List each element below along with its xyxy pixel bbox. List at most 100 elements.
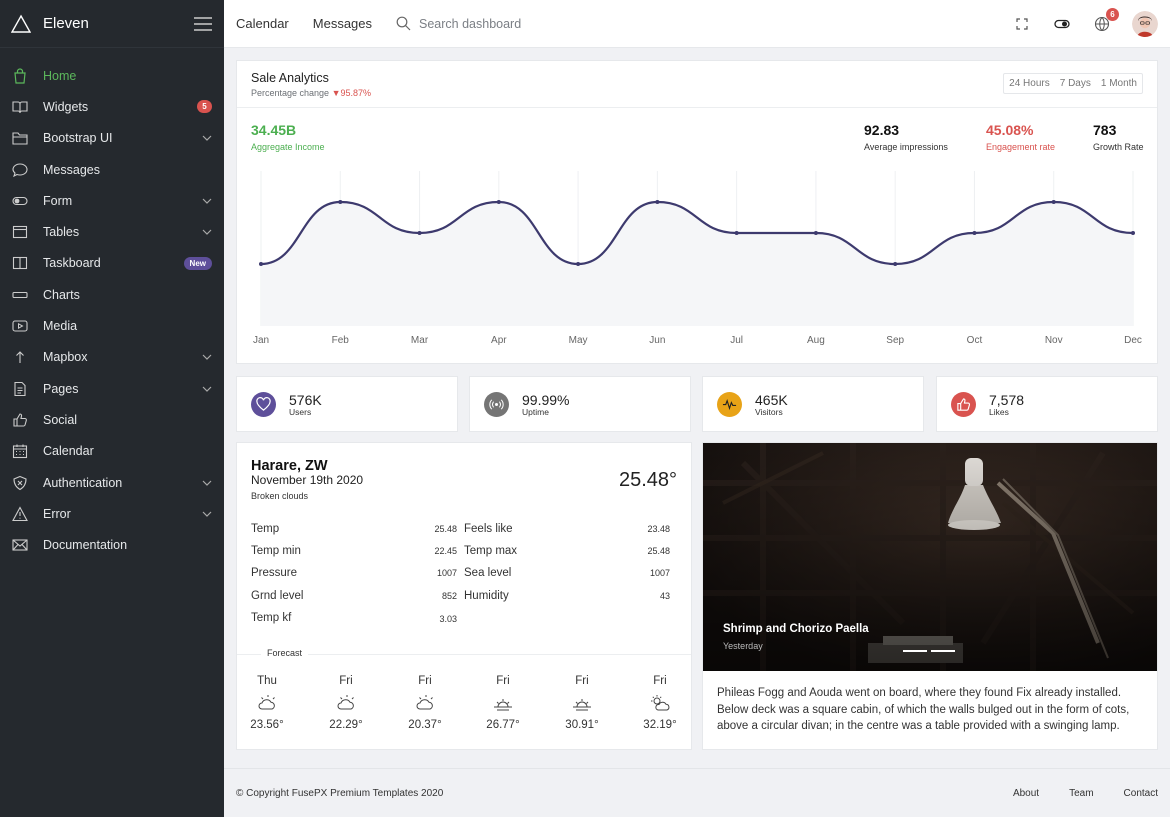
sidebar-item-charts[interactable]: Charts — [0, 279, 224, 310]
sidebar-item-error[interactable]: Error — [0, 498, 224, 529]
stat-card-visitors: 465K Visitors — [702, 376, 924, 432]
sidebar-item-pages[interactable]: Pages — [0, 373, 224, 404]
triangle-logo-icon — [11, 14, 31, 33]
sidebar-item-social[interactable]: Social — [0, 404, 224, 435]
sidebar-item-label: Social — [43, 412, 78, 427]
weather-row-value: 43 — [659, 591, 670, 601]
lamp-photo-illustration — [703, 443, 1157, 671]
sidebar-item-label: Mapbox — [43, 350, 88, 365]
sidebar: Eleven Home Widgets 5 Bootstrap UI Messa… — [0, 0, 224, 817]
sidebar-item-label: Charts — [43, 287, 80, 302]
sidebar-item-bootstrap-ui[interactable]: Bootstrap UI — [0, 123, 224, 154]
chat-bubble-icon — [12, 162, 28, 178]
sidebar-item-home[interactable]: Home — [0, 60, 224, 91]
chart-data-point — [813, 231, 818, 235]
cloud-sun-icon — [337, 695, 354, 710]
sidebar-item-media[interactable]: Media — [0, 310, 224, 341]
time-range-selector: 24 Hours 7 Days 1 Month — [1003, 73, 1143, 94]
sidebar-item-documentation[interactable]: Documentation — [0, 529, 224, 560]
sidebar-item-form[interactable]: Form — [0, 185, 224, 216]
percentage-change-label: Percentage change — [251, 88, 330, 98]
weather-row-label: Grnd level — [251, 590, 304, 602]
kpi-engagement-rate: 45.08% Engagement rate — [986, 122, 1055, 152]
chart-data-point — [655, 200, 660, 204]
kpi-label: Growth Rate — [1093, 142, 1144, 152]
brand: Eleven — [0, 0, 224, 48]
chart-data-point — [417, 231, 422, 235]
sale-analytics-header: Sale Analytics Percentage change ▼95.87%… — [237, 61, 1157, 108]
sidebar-item-taskboard[interactable]: Taskboard New — [0, 248, 224, 279]
sidebar-item-messages[interactable]: Messages — [0, 154, 224, 185]
sidebar-item-label: Widgets — [43, 99, 89, 114]
sidebar-item-calendar[interactable]: Calendar — [0, 436, 224, 467]
lamp-photo[interactable] — [703, 443, 1157, 671]
weather-description: Broken clouds — [251, 491, 309, 501]
forecast-day: Fri 26.77° — [473, 675, 533, 731]
sidebar-item-tables[interactable]: Tables — [0, 216, 224, 247]
sidebar-item-authentication[interactable]: Authentication — [0, 467, 224, 498]
chevron-down-icon — [202, 386, 212, 392]
shopping-bag-icon — [12, 68, 28, 84]
sidebar-item-label: Pages — [43, 381, 79, 396]
theme-toggle-icon[interactable] — [1054, 16, 1070, 32]
shield-icon — [12, 475, 28, 491]
chart-x-tick-label: Aug — [807, 335, 825, 346]
stat-label: Uptime — [522, 406, 549, 417]
chevron-down-icon — [202, 480, 212, 486]
sidebar-item-label: Tables — [43, 225, 80, 240]
footer-link-contact[interactable]: Contact — [1124, 788, 1158, 799]
folder-icon — [12, 130, 28, 146]
document-icon — [12, 381, 28, 397]
weather-row-value: 25.48 — [647, 546, 670, 556]
forecast-temp: 30.91° — [565, 719, 599, 731]
globe-notifications-icon[interactable]: 6 — [1094, 7, 1119, 32]
blog-card: Shrimp and Chorizo Paella Yesterday Phil… — [702, 442, 1158, 750]
topbar-link-calendar[interactable]: Calendar — [236, 16, 289, 31]
stat-text: 576K Users — [289, 392, 322, 417]
percentage-change-value: ▼95.87% — [331, 88, 372, 98]
range-1-month[interactable]: 1 Month — [1096, 74, 1142, 93]
chart-x-tick-label: May — [569, 335, 588, 346]
sidebar-item-widgets[interactable]: Widgets 5 — [0, 91, 224, 122]
arrow-up-icon — [12, 349, 28, 365]
sidebar-item-label: Authentication — [43, 475, 123, 490]
footer-link-about[interactable]: About — [1013, 788, 1039, 799]
stat-card-users: 576K Users — [236, 376, 458, 432]
book-open-icon — [12, 99, 28, 115]
sidebar-item-label: Calendar — [43, 444, 94, 459]
topbar-link-messages[interactable]: Messages — [313, 16, 372, 31]
hamburger-menu-icon[interactable] — [193, 16, 213, 32]
range-24-hours[interactable]: 24 Hours — [1004, 74, 1055, 93]
footer-link-team[interactable]: Team — [1069, 788, 1093, 799]
weather-row-value: 22.45 — [434, 546, 457, 556]
brand-name: Eleven — [43, 15, 89, 32]
kpi-value: 783 — [1093, 122, 1117, 138]
stat-value: 7,578 — [989, 391, 1025, 408]
blog-caption-title: Shrimp and Chorizo Paella — [723, 623, 869, 635]
weather-row-label: Pressure — [251, 567, 298, 579]
stat-value: 99.99% — [522, 391, 570, 408]
cloud-sun-icon — [258, 695, 275, 710]
forecast-day-name: Thu — [257, 675, 277, 687]
forecast-day-name: Fri — [339, 675, 353, 687]
footer-links: About Team Contact — [983, 788, 1158, 799]
broadcast-icon — [484, 391, 509, 417]
user-avatar[interactable] — [1132, 10, 1158, 37]
sidebar-item-label: Taskboard — [43, 256, 101, 271]
chart-data-point — [972, 231, 977, 235]
kpi-value: 45.08% — [986, 122, 1034, 138]
range-7-days[interactable]: 7 Days — [1055, 74, 1096, 93]
forecast-temp: 23.56° — [250, 719, 284, 731]
fullscreen-icon[interactable] — [1014, 16, 1030, 32]
stat-label: Visitors — [755, 406, 783, 417]
new-badge: New — [183, 256, 212, 270]
search-icon[interactable] — [396, 16, 411, 31]
sale-analytics-card: Sale Analytics Percentage change ▼95.87%… — [236, 60, 1158, 364]
sidebar-item-mapbox[interactable]: Mapbox — [0, 342, 224, 373]
sunset-icon — [573, 699, 591, 711]
weather-row-label: Temp kf — [251, 612, 292, 624]
search-input[interactable] — [419, 16, 620, 31]
stat-text: 465K Visitors — [755, 392, 788, 417]
kpi-label: Average impressions — [864, 142, 948, 152]
weather-row-value: 23.48 — [647, 524, 670, 534]
